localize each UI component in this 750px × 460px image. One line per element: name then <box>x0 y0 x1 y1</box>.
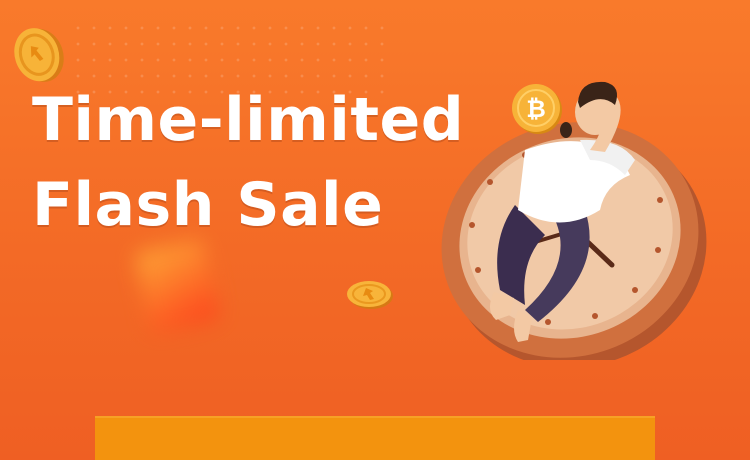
clock-illustration: ₿ <box>441 81 707 360</box>
title-line-1: Time-limited <box>32 85 465 155</box>
title-line-2: Flash Sale <box>32 170 384 241</box>
coin-icon <box>347 281 393 309</box>
bitcoin-icon: ₿ <box>512 84 562 134</box>
banner-title: Time-limited Flash Sale <box>32 78 464 248</box>
bottom-bar <box>95 416 655 460</box>
svg-text:₿: ₿ <box>526 95 546 123</box>
blurred-card-decoration <box>134 238 220 334</box>
flash-sale-banner: Time-limited Flash Sale ₿ <box>0 0 750 460</box>
